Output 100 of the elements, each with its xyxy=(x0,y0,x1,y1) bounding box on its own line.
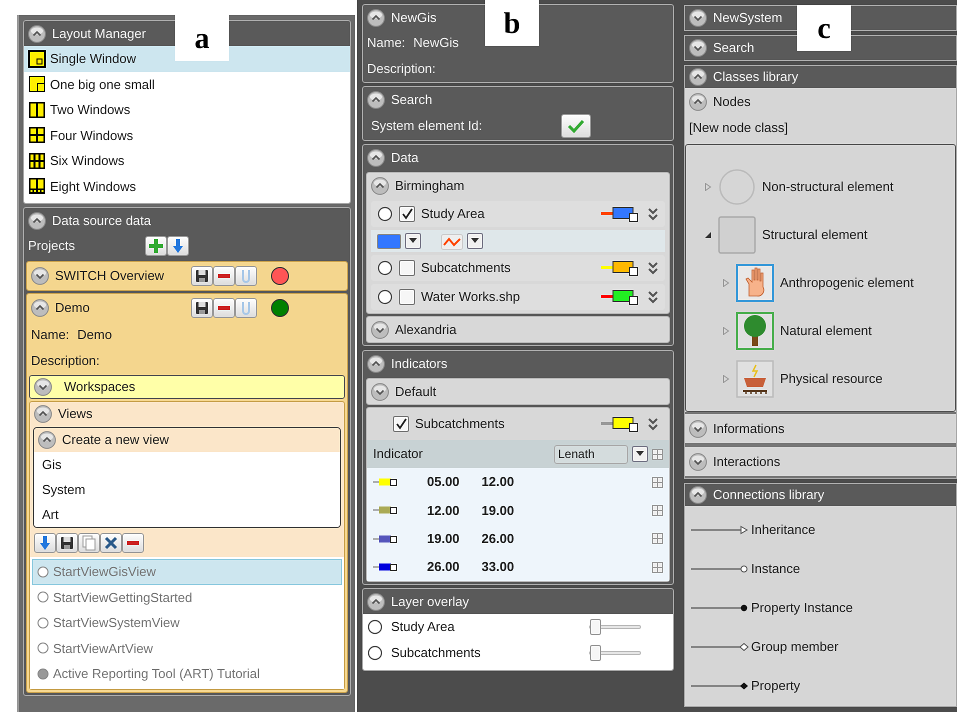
legend-swatch[interactable] xyxy=(601,205,641,223)
tube-button[interactable] xyxy=(235,298,257,318)
expander-icon[interactable] xyxy=(704,231,712,239)
view-template[interactable]: Art xyxy=(34,502,340,527)
radio-button[interactable] xyxy=(37,616,49,629)
legend-swatch[interactable] xyxy=(601,288,641,306)
double-chevron-icon[interactable] xyxy=(647,207,659,221)
layout-option[interactable]: Eight Windows xyxy=(24,174,350,199)
grid-icon[interactable] xyxy=(652,533,663,544)
checkbox[interactable] xyxy=(399,260,415,276)
view-item[interactable]: Active Reporting Tool (ART) Tutorial xyxy=(32,661,342,686)
expand-button[interactable] xyxy=(689,420,707,438)
expand-button[interactable] xyxy=(31,267,49,285)
dropdown-button[interactable] xyxy=(632,446,648,462)
node-label: Non-structural element xyxy=(762,178,894,196)
collapse-button[interactable] xyxy=(367,90,385,108)
section-title: NewGis xyxy=(391,8,437,27)
view-template[interactable]: Gis xyxy=(34,452,340,477)
radio-button[interactable] xyxy=(37,642,49,654)
checkbox[interactable] xyxy=(399,289,415,305)
range-to: 12.00 xyxy=(482,473,514,492)
expand-button[interactable] xyxy=(689,9,707,27)
save-button[interactable] xyxy=(191,298,213,318)
grid-icon[interactable] xyxy=(652,504,663,516)
download-button[interactable] xyxy=(166,236,189,256)
collapse-button[interactable] xyxy=(38,431,56,449)
remove-button[interactable] xyxy=(213,266,235,286)
expand-button[interactable] xyxy=(689,39,707,57)
view-template[interactable]: System xyxy=(34,477,340,502)
collapse-button[interactable] xyxy=(28,212,46,230)
dropdown-button[interactable] xyxy=(467,233,483,249)
remove-button[interactable] xyxy=(213,298,235,318)
tube-button[interactable] xyxy=(235,266,257,286)
collapse-button[interactable] xyxy=(689,93,707,111)
save-button[interactable] xyxy=(191,266,213,286)
collapse-button[interactable] xyxy=(31,299,49,317)
collapse-button[interactable] xyxy=(34,405,52,423)
color-swatch[interactable] xyxy=(377,234,401,248)
collapse-button[interactable] xyxy=(367,592,385,611)
radio-button[interactable] xyxy=(377,289,393,305)
radio-button[interactable] xyxy=(377,260,393,276)
radio-button[interactable] xyxy=(37,566,49,578)
new-node-class-link[interactable]: [New node class] xyxy=(689,120,788,135)
expand-button[interactable] xyxy=(371,320,389,338)
layout-option[interactable]: Two Windows xyxy=(24,97,350,122)
expand-button[interactable] xyxy=(371,382,389,400)
radio-button[interactable] xyxy=(367,645,383,662)
expand-button[interactable] xyxy=(34,378,52,396)
down-arrow-icon xyxy=(37,535,53,551)
legend-swatch[interactable] xyxy=(601,415,641,433)
expand-button[interactable] xyxy=(689,452,707,470)
connection-label: Instance xyxy=(751,560,800,578)
connector-icon xyxy=(691,565,748,572)
range-swatch[interactable] xyxy=(373,505,399,516)
layer-name: Water Works.shp xyxy=(421,288,521,306)
layout-option[interactable]: Four Windows xyxy=(24,122,350,148)
double-chevron-icon[interactable] xyxy=(647,261,659,275)
download-button[interactable] xyxy=(34,533,56,553)
remove-button[interactable] xyxy=(122,533,144,553)
checkbox[interactable] xyxy=(399,206,415,222)
collapse-button[interactable] xyxy=(367,354,385,372)
legend-swatch[interactable] xyxy=(601,259,641,277)
dropdown-button[interactable] xyxy=(405,233,421,249)
section-title: Indicators xyxy=(391,354,448,373)
radio-button[interactable] xyxy=(37,591,49,604)
confirm-button[interactable] xyxy=(561,114,591,138)
checkbox[interactable] xyxy=(393,416,409,432)
collapse-button[interactable] xyxy=(28,24,46,42)
save-button[interactable] xyxy=(56,533,78,553)
collapse-button[interactable] xyxy=(367,8,385,26)
circle-icon xyxy=(718,168,756,206)
layout-option[interactable]: One big one small xyxy=(24,72,350,97)
collapse-button[interactable] xyxy=(371,176,389,194)
range-swatch[interactable] xyxy=(373,562,399,572)
view-item[interactable]: StartViewSystemView xyxy=(32,610,342,636)
name-value: NewGis xyxy=(413,34,459,52)
grid-icon[interactable] xyxy=(652,476,663,488)
radio-button[interactable] xyxy=(367,619,383,636)
add-button[interactable] xyxy=(144,236,167,256)
slider-handle[interactable] xyxy=(590,619,601,636)
double-chevron-icon[interactable] xyxy=(647,417,659,431)
slider-handle[interactable] xyxy=(590,645,601,662)
collapse-button[interactable] xyxy=(689,68,707,86)
collapse-button[interactable] xyxy=(689,486,707,504)
grid-icon[interactable] xyxy=(652,562,663,573)
attribute-select[interactable]: Lenath xyxy=(554,444,628,464)
radio-button[interactable] xyxy=(37,668,49,680)
double-chevron-icon[interactable] xyxy=(647,290,659,304)
view-item[interactable]: StartViewArtView xyxy=(32,636,342,661)
panel-label: c xyxy=(797,5,851,51)
view-item[interactable]: StartViewGettingStarted xyxy=(32,584,342,610)
panel-label: b xyxy=(485,0,539,46)
range-swatch[interactable] xyxy=(373,534,399,544)
collapse-button[interactable] xyxy=(367,148,385,166)
range-swatch[interactable] xyxy=(373,477,399,488)
radio-button[interactable] xyxy=(377,206,393,222)
range-from: 19.00 xyxy=(427,530,460,548)
caret-icon xyxy=(471,238,479,244)
delete-button[interactable] xyxy=(100,533,122,553)
layout-option[interactable]: Six Windows xyxy=(24,148,350,174)
